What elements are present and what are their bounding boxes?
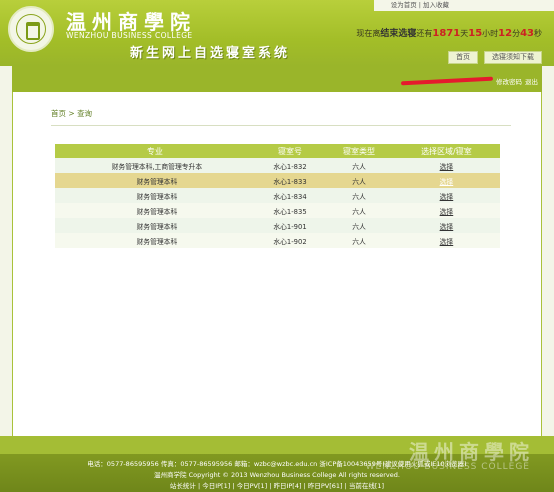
cell-major: 财务管理本科 (55, 188, 255, 203)
cell-room: 水心1-902 (254, 233, 326, 248)
table-row: 财务管理本科,工商管理专升本 水心1-832 六人 选择 (55, 158, 500, 173)
cell-type: 六人 (325, 173, 393, 188)
cell-room: 水心1-832 (254, 158, 326, 173)
header-room: 寝室号 (254, 144, 326, 158)
table-row: 财务管理本科 水心1-835 六人 选择 (55, 203, 500, 218)
cell-major: 财务管理本科 (55, 218, 255, 233)
breadcrumb-current: 查询 (77, 109, 93, 118)
header-nav: 首页 选寝须知下载 (448, 51, 542, 64)
content-area: 首页 > 查询 专业 寝室号 寝室类型 选择区域/寝室 财务管理本科,工商管理专… (13, 92, 541, 436)
countdown-days: 1871 (432, 28, 461, 39)
breadcrumb-sep: > (66, 109, 78, 118)
cell-room: 水心1-835 (254, 203, 326, 218)
redacted-username (400, 76, 494, 86)
countdown-minutes-unit: 分 (512, 29, 521, 38)
user-bar: 修改密码 退出 (12, 66, 542, 92)
cell-action: 选择 (392, 173, 500, 188)
select-room-link[interactable]: 选择 (440, 208, 454, 216)
set-home-link[interactable]: 设为首页 (390, 1, 418, 9)
cell-major: 财务管理本科 (55, 173, 255, 188)
countdown-seconds: 43 (520, 28, 534, 39)
logout-link[interactable]: 退出 (525, 76, 538, 86)
cell-action: 选择 (392, 218, 500, 233)
cell-type: 六人 (325, 218, 393, 233)
cell-type: 六人 (325, 188, 393, 203)
cell-action: 选择 (392, 158, 500, 173)
school-name-en: WENZHOU BUSINESS COLLEGE (66, 31, 193, 40)
cell-action: 选择 (392, 203, 500, 218)
cell-major: 财务管理本科 (55, 233, 255, 248)
breadcrumb-home[interactable]: 首页 (51, 109, 66, 118)
room-table: 专业 寝室号 寝室类型 选择区域/寝室 财务管理本科,工商管理专升本 水心1-8… (55, 144, 500, 248)
cell-major: 财务管理本科 (55, 203, 255, 218)
footer-watermark-cn: 温州商學院 (409, 440, 534, 464)
countdown-event: 结束选寝 (380, 29, 417, 39)
table-row: 财务管理本科 水心1-902 六人 选择 (55, 233, 500, 248)
add-favorite-link[interactable]: 加入收藏 (422, 1, 450, 9)
table-row: 财务管理本科 水心1-901 六人 选择 (55, 218, 500, 233)
cell-room: 水心1-901 (254, 218, 326, 233)
cell-action: 选择 (392, 188, 500, 203)
header-action: 选择区域/寝室 (392, 144, 500, 158)
cell-type: 六人 (325, 203, 393, 218)
countdown-hours: 15 (468, 28, 483, 39)
home-button[interactable]: 首页 (448, 51, 478, 64)
countdown-middle: 还有 (416, 29, 433, 38)
footer-stats: 站长统计 | 今日IP[1] | 今日PV[1] | 昨日IP[4] | 昨日P… (169, 482, 385, 490)
download-guide-button[interactable]: 选寝须知下载 (484, 51, 542, 64)
header-type: 寝室类型 (325, 144, 393, 158)
select-room-link[interactable]: 选择 (440, 163, 454, 171)
top-utility-bar: 设为首页 | 加入收藏 (374, 0, 554, 11)
system-title: 新生网上自选寝室系统 (130, 46, 291, 61)
select-room-link[interactable]: 选择 (440, 223, 454, 231)
change-password-link[interactable]: 修改密码 (496, 76, 522, 86)
breadcrumb: 首页 > 查询 (51, 108, 511, 126)
cell-action: 选择 (392, 233, 500, 248)
countdown-prefix: 现在离 (356, 29, 381, 38)
countdown-seconds-unit: 秒 (534, 29, 542, 38)
cell-room: 水心1-834 (254, 188, 326, 203)
countdown: 现在离结束选寝还有1871天15小时12分43秒 (356, 26, 542, 39)
cell-room: 水心1-833 (254, 173, 326, 188)
select-room-link[interactable]: 选择 (440, 178, 454, 186)
header: 设为首页 | 加入收藏 温州商學院 WENZHOU BUSINESS COLLEGE… (0, 0, 554, 66)
school-seal-logo (8, 6, 54, 52)
countdown-minutes: 12 (498, 28, 513, 39)
user-strip: 修改密码 退出 (400, 76, 538, 86)
countdown-hours-unit: 小时 (482, 29, 499, 38)
select-room-link[interactable]: 选择 (440, 193, 454, 201)
main-frame: 修改密码 退出 首页 > 查询 专业 寝室号 寝室类型 选择区域/寝室 财务管理… (12, 66, 542, 436)
cell-type: 六人 (325, 158, 393, 173)
header-major: 专业 (55, 144, 255, 158)
select-room-link[interactable]: 选择 (440, 238, 454, 246)
cell-major: 财务管理本科,工商管理专升本 (55, 158, 255, 173)
table-header-row: 专业 寝室号 寝室类型 选择区域/寝室 (55, 144, 500, 158)
table-row: 财务管理本科 水心1-834 六人 选择 (55, 188, 500, 203)
cell-type: 六人 (325, 233, 393, 248)
table-row: 财务管理本科 水心1-833 六人 选择 (55, 173, 500, 188)
footer-watermark-en: WENZHOU BUSINESS COLLEGE (365, 462, 530, 472)
